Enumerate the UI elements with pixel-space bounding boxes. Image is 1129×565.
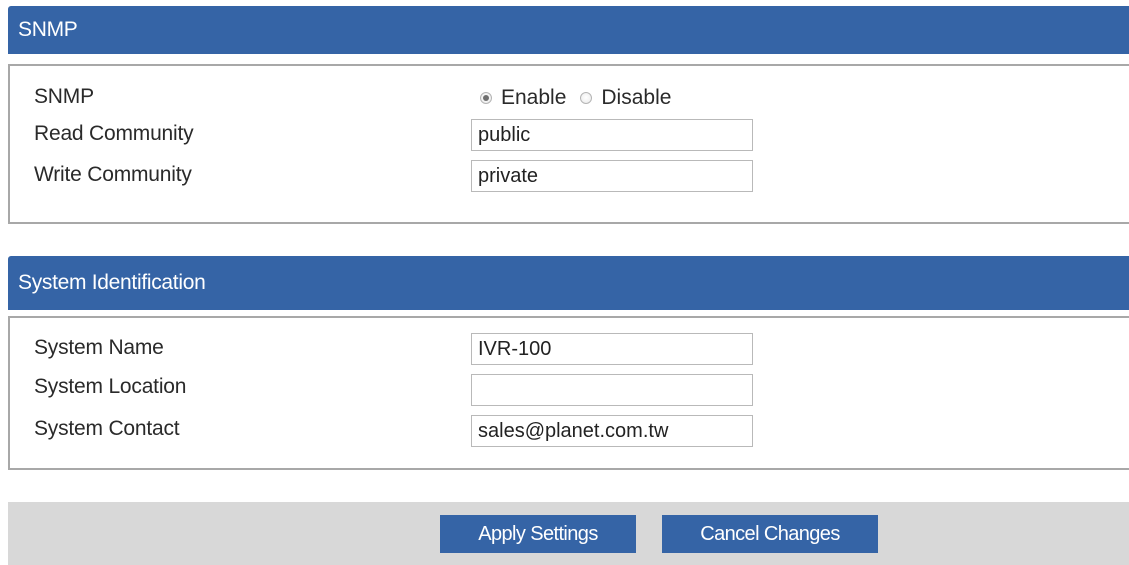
read-community-input[interactable] bbox=[471, 119, 753, 151]
system-contact-label: System Contact bbox=[34, 417, 180, 440]
write-community-row: Write Community bbox=[34, 159, 192, 191]
snmp-disable-label[interactable]: Disable bbox=[601, 86, 671, 110]
system-location-row: System Location bbox=[34, 371, 186, 403]
write-community-input[interactable] bbox=[471, 160, 753, 192]
snmp-enable-label[interactable]: Enable bbox=[501, 86, 566, 110]
system-location-label: System Location bbox=[34, 375, 187, 398]
system-contact-input[interactable] bbox=[471, 415, 753, 447]
system-contact-row: System Contact bbox=[34, 413, 180, 445]
snmp-section-header: SNMP bbox=[8, 6, 1129, 54]
snmp-row: SNMP bbox=[34, 81, 94, 113]
system-location-input[interactable] bbox=[471, 374, 753, 406]
snmp-radio-group: Enable Disable bbox=[480, 83, 685, 113]
read-community-label: Read Community bbox=[34, 122, 194, 145]
snmp-disable-radio[interactable] bbox=[580, 92, 593, 104]
cancel-changes-button[interactable]: Cancel Changes bbox=[662, 515, 878, 553]
snmp-label: SNMP bbox=[34, 85, 94, 108]
write-community-label: Write Community bbox=[34, 163, 192, 186]
system-name-input[interactable] bbox=[471, 333, 753, 365]
snmp-enable-radio[interactable] bbox=[480, 92, 492, 104]
snmp-section-title: SNMP bbox=[18, 18, 78, 41]
system-name-label: System Name bbox=[34, 336, 164, 359]
read-community-row: Read Community bbox=[34, 118, 194, 150]
system-name-row: System Name bbox=[34, 332, 164, 364]
system-identification-title: System Identification bbox=[18, 271, 206, 294]
apply-settings-button[interactable]: Apply Settings bbox=[440, 515, 636, 553]
system-identification-header: System Identification bbox=[8, 256, 1129, 310]
